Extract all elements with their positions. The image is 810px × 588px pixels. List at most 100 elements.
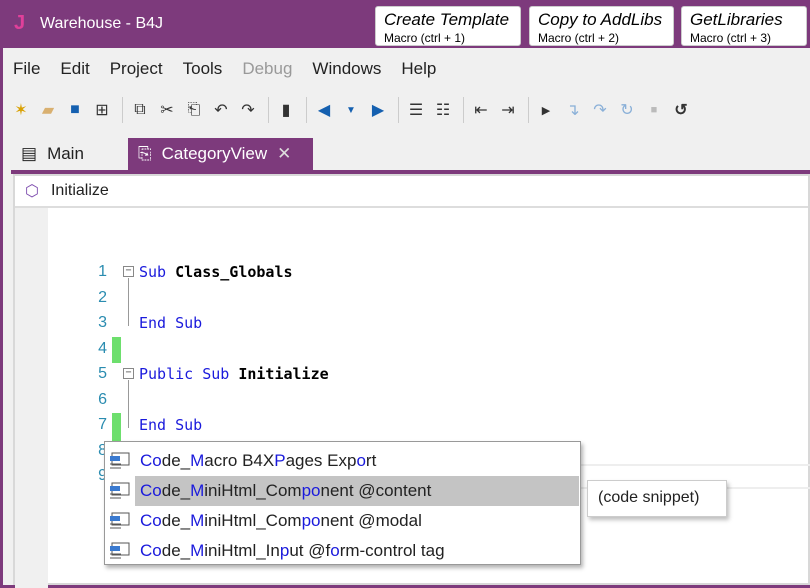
menu-bar: File Edit Project Tools Debug Windows He… — [3, 54, 446, 84]
step-out-icon[interactable]: ↻ — [615, 97, 639, 123]
sub-icon: ⬡ — [25, 183, 39, 200]
module-icon: ▤ — [21, 144, 38, 163]
menu-edit[interactable]: Edit — [50, 54, 99, 84]
label-segment: iniHtml_Com — [204, 481, 302, 500]
code-line: 2 — [15, 286, 810, 311]
label-segment: de_ — [161, 541, 191, 560]
close-icon[interactable]: ✕ — [277, 144, 291, 164]
menu-project[interactable]: Project — [100, 54, 173, 84]
label-segment: p — [279, 541, 290, 560]
line-number: 5 — [98, 365, 107, 382]
save-icon[interactable]: ■ — [63, 97, 87, 123]
line-number: 3 — [98, 314, 107, 331]
open-icon[interactable]: ▰ — [36, 97, 60, 123]
step-in-icon[interactable]: ↴ — [561, 97, 585, 123]
macro-subtitle: Macro (ctrl + 3) — [690, 31, 772, 45]
label-segment: rt — [365, 451, 377, 470]
line-number: 9 — [98, 467, 107, 484]
separator — [306, 97, 307, 123]
label-segment: de_ — [161, 511, 191, 530]
tab-categoryview[interactable]: ⎘ CategoryView ✕ — [128, 138, 313, 170]
bookmark-icon[interactable]: ▮ — [274, 97, 298, 123]
label-segment: po — [301, 511, 321, 530]
toolbar: ✶ ▰ ■ ⊞ ⧉ ✂ ⎗ ↶ ↷ ▮ ◀ ▼ ▶ ☰ ☷ ⇤ ⇥ ▶ ↴ ↷ … — [9, 92, 696, 128]
code-line: 3 End Sub — [15, 311, 810, 336]
uncomment-icon[interactable]: ☷ — [431, 97, 455, 123]
autocomplete-list: Code_Macro B4XPages Export Code_MiniHtml_… — [104, 441, 581, 565]
step-over-icon[interactable]: ↷ — [588, 97, 612, 123]
separator — [528, 97, 529, 123]
separator — [122, 97, 123, 123]
keyword: End Sub — [139, 416, 203, 434]
outdent-icon[interactable]: ⇤ — [469, 97, 493, 123]
menu-help[interactable]: Help — [391, 54, 446, 84]
indent-icon[interactable]: ⇥ — [496, 97, 520, 123]
separator — [463, 97, 464, 123]
run-icon[interactable]: ▶ — [534, 97, 558, 123]
stop-icon[interactable]: ■ — [642, 97, 666, 123]
line-number: 1 — [98, 263, 107, 280]
label-segment: nent @content — [320, 481, 432, 500]
label-segment: M — [190, 451, 205, 470]
autocomplete-item[interactable]: Code_MiniHtml_Component @content — [105, 476, 580, 506]
change-marker — [112, 337, 121, 363]
title-bar: J Warehouse - B4J Create Template Macro (… — [0, 0, 810, 48]
snippet-icon — [110, 512, 130, 529]
new-module-icon[interactable]: ✶ — [9, 97, 33, 123]
label-segment: po — [301, 481, 321, 500]
class-module-icon: ⎘ — [138, 144, 152, 163]
label-segment: M — [190, 511, 205, 530]
label-segment: acro B4X — [204, 451, 275, 470]
export-icon[interactable]: ⊞ — [90, 97, 114, 123]
autocomplete-item[interactable]: Code_MiniHtml_Component @modal — [105, 506, 580, 536]
label-segment: o — [356, 451, 366, 470]
tab-label: CategoryView — [161, 144, 268, 163]
app-logo: J — [14, 12, 26, 34]
autocomplete-item[interactable]: Code_MiniHtml_Input @form-control tag — [105, 536, 580, 566]
macro-title: Copy to AddLibs — [538, 10, 663, 29]
back-icon[interactable]: ◀ — [312, 97, 336, 123]
comment-icon[interactable]: ☰ — [404, 97, 428, 123]
macro-copy-addlibs-button[interactable]: Copy to AddLibs Macro (ctrl + 2) — [529, 6, 674, 46]
menu-file[interactable]: File — [3, 54, 50, 84]
tab-main[interactable]: ▤ Main — [21, 138, 84, 170]
menu-tools[interactable]: Tools — [173, 54, 233, 84]
label-segment: M — [190, 541, 205, 560]
fold-toggle[interactable]: − — [123, 266, 134, 277]
identifier: Initialize — [238, 365, 329, 383]
separator — [268, 97, 269, 123]
copy-icon[interactable]: ⧉ — [128, 97, 152, 123]
menu-debug: Debug — [242, 59, 293, 78]
autocomplete-item[interactable]: Code_Macro B4XPages Export — [105, 446, 580, 476]
label-segment: iniHtml_Com — [204, 511, 302, 530]
breadcrumb-label: Initialize — [50, 182, 109, 199]
separator — [398, 97, 399, 123]
redo-icon[interactable]: ↷ — [236, 97, 260, 123]
fold-toggle[interactable]: − — [123, 368, 134, 379]
forward-icon[interactable]: ▶ — [366, 97, 390, 123]
undo-icon[interactable]: ↶ — [209, 97, 233, 123]
label-segment: M — [190, 481, 205, 500]
label-segment: P — [274, 451, 286, 470]
item-label: Code_MiniHtml_Component @content — [140, 481, 431, 501]
label-segment: Co — [140, 451, 162, 470]
label-segment: nent @modal — [320, 511, 422, 530]
menu-windows[interactable]: Windows — [302, 54, 391, 84]
label-segment: de_ — [161, 481, 191, 500]
tab-bar: ▤ Main ⎘ CategoryView ✕ — [3, 138, 810, 170]
macro-getlibraries-button[interactable]: GetLibraries Macro (ctrl + 3) — [681, 6, 807, 46]
macro-create-template-button[interactable]: Create Template Macro (ctrl + 1) — [375, 6, 521, 46]
dropdown-icon[interactable]: ▼ — [339, 97, 363, 123]
item-label: Code_Macro B4XPages Export — [140, 451, 376, 471]
macro-title: GetLibraries — [690, 10, 783, 29]
line-number: 2 — [98, 289, 107, 306]
paste-icon[interactable]: ⎗ — [182, 97, 206, 123]
code-line: 1 − Sub Class_Globals — [15, 260, 810, 285]
cut-icon[interactable]: ✂ — [155, 97, 179, 123]
sub-breadcrumb[interactable]: ⬡ Initialize — [15, 176, 808, 208]
item-label: Code_MiniHtml_Component @modal — [140, 511, 422, 531]
identifier: Class_Globals — [175, 263, 293, 281]
label-segment: iniHtml_In — [204, 541, 280, 560]
restart-icon[interactable]: ↺ — [669, 97, 693, 123]
snippet-icon — [110, 452, 130, 469]
